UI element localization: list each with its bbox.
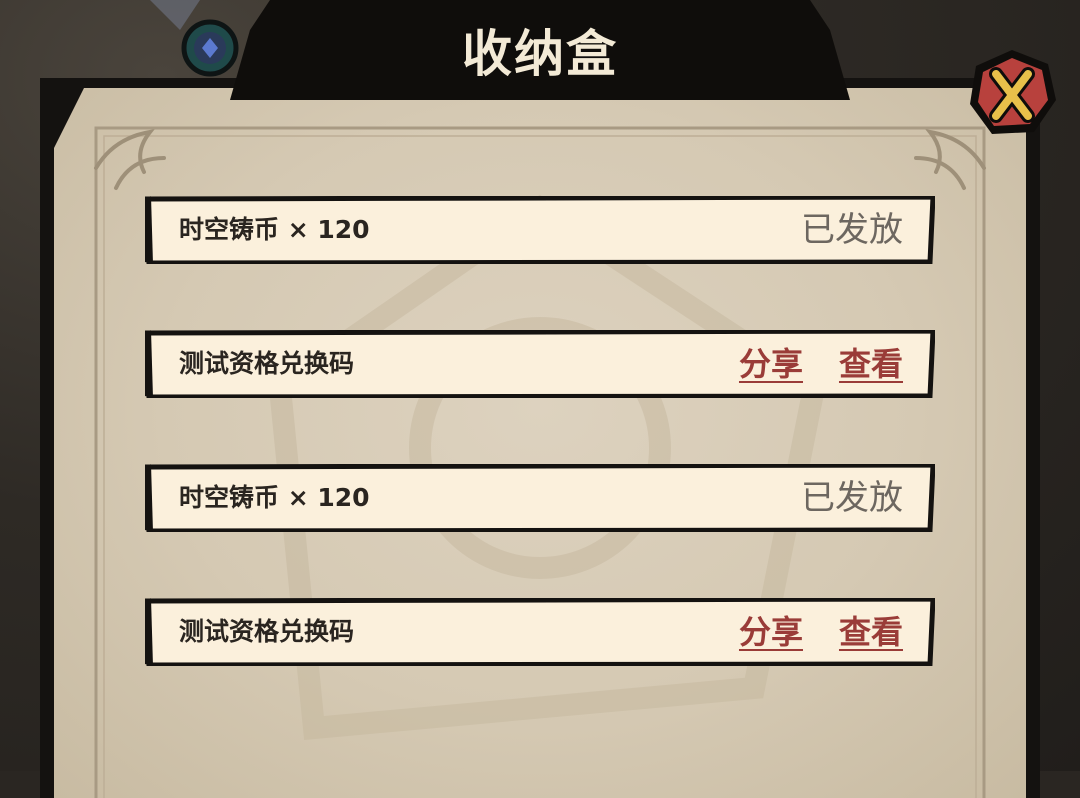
mail-item-name: 时空铸币 × 120	[179, 483, 370, 512]
view-link[interactable]: 查看	[839, 598, 903, 666]
mail-item-name: 时空铸币 × 120	[179, 215, 370, 244]
mail-item: 时空铸币 × 120 已发放	[145, 196, 935, 264]
claimed-status: 已发放	[801, 210, 903, 250]
mail-item-name: 测试资格兑换码	[179, 349, 355, 378]
share-link[interactable]: 分享	[739, 330, 803, 398]
share-link[interactable]: 分享	[739, 598, 803, 666]
mail-item: 测试资格兑换码 分享 查看	[145, 598, 935, 666]
view-link[interactable]: 查看	[839, 330, 903, 398]
mail-item: 测试资格兑换码 分享 查看	[145, 330, 935, 398]
paper-texture	[54, 88, 986, 798]
claimed-status: 已发放	[801, 478, 903, 518]
close-button[interactable]	[966, 48, 1058, 140]
storage-panel	[40, 78, 1040, 798]
close-x-icon	[970, 50, 1056, 134]
window-title: 收纳盒	[462, 25, 618, 83]
mail-item-name: 测试资格兑换码	[179, 617, 355, 646]
mail-item: 时空铸币 × 120 已发放	[145, 464, 935, 532]
